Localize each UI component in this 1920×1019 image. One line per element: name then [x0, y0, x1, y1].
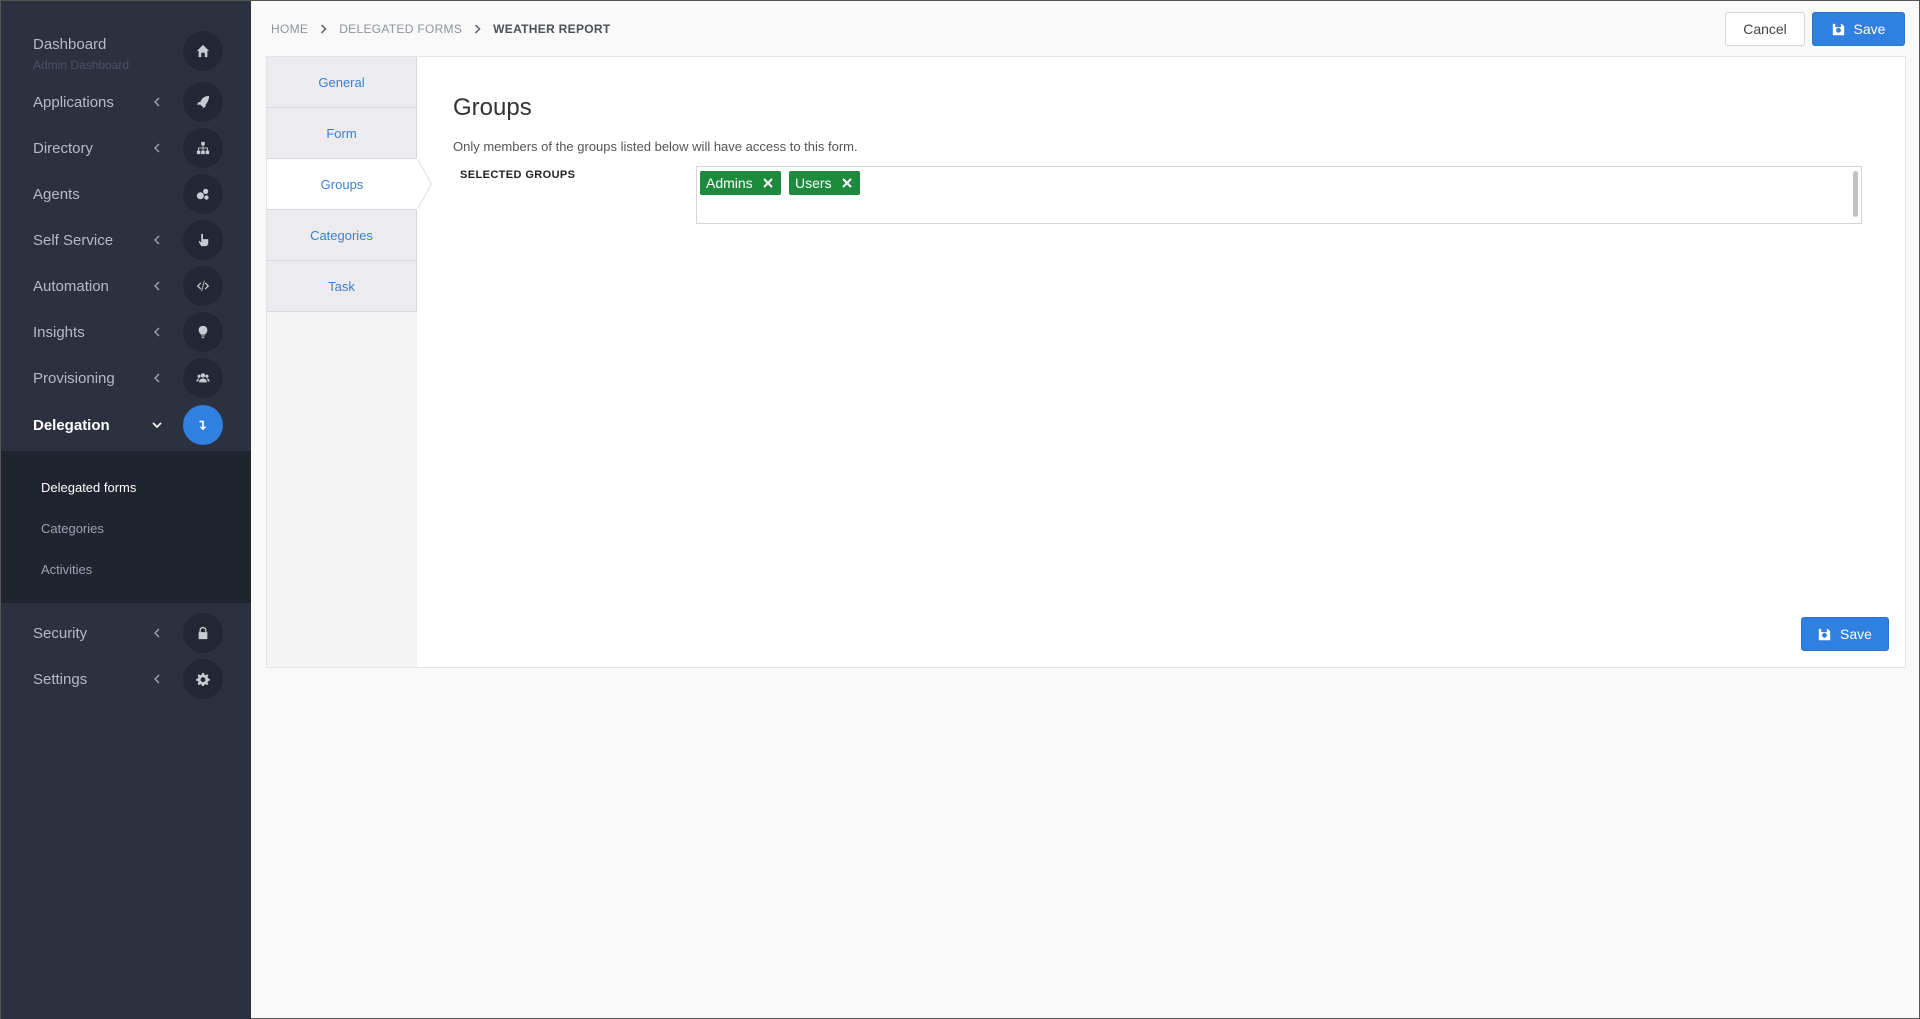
gear-icon: [183, 659, 223, 699]
chevron-down-icon: [152, 420, 162, 430]
chevron-left-icon: [152, 235, 162, 245]
remove-tag-icon[interactable]: [762, 178, 773, 188]
chevron-left-icon: [152, 327, 162, 337]
chevron-left-icon: [152, 628, 162, 638]
sidebar-item-automation[interactable]: Automation: [1, 263, 251, 309]
sidebar-item-label: Automation: [33, 277, 109, 295]
submenu-item-activities[interactable]: Activities: [41, 562, 92, 577]
sidebar-item-label: Settings: [33, 670, 88, 688]
hand-pointer-icon: [183, 220, 223, 260]
chevron-left-icon: [152, 281, 162, 291]
group-tag-label: Users: [795, 175, 832, 191]
group-tag-admins: Admins: [700, 171, 781, 195]
sidebar-item-sublabel: Admin Dashboard: [33, 58, 130, 72]
cancel-button[interactable]: Cancel: [1725, 12, 1805, 46]
chevron-right-icon: [474, 24, 481, 34]
submenu-item-delegated-forms[interactable]: Delegated forms: [41, 480, 136, 495]
sidebar-item-label: Security: [33, 624, 88, 642]
sidebar-item-settings[interactable]: Settings: [1, 656, 251, 702]
sidebar-item-label: Agents: [33, 185, 80, 203]
selected-groups-label: SELECTED GROUPS: [460, 169, 576, 181]
level-down-icon: [183, 405, 223, 445]
save-button-label: Save: [1853, 21, 1886, 37]
group-tag-users: Users: [789, 171, 860, 195]
selected-groups-input[interactable]: Admins Users: [696, 166, 1862, 224]
sidebar-item-provisioning[interactable]: Provisioning: [1, 355, 251, 401]
form-panel: General Form Groups Categories Task Grou…: [266, 56, 1906, 668]
chevron-left-icon: [152, 674, 162, 684]
bottom-save-button[interactable]: Save: [1801, 617, 1889, 651]
cancel-button-label: Cancel: [1743, 21, 1787, 37]
sidebar-item-label: Directory: [33, 139, 94, 157]
remove-tag-icon[interactable]: [841, 178, 852, 188]
tab-groups[interactable]: Groups: [267, 159, 417, 210]
sidebar-item-security[interactable]: Security: [1, 610, 251, 656]
sidebar: Dashboard Admin Dashboard Applications D…: [1, 1, 251, 1019]
save-button-label: Save: [1840, 626, 1872, 642]
sitemap-icon: [183, 128, 223, 168]
page-title: Groups: [453, 94, 532, 121]
tab-form[interactable]: Form: [267, 108, 417, 159]
sidebar-item-delegation[interactable]: Delegation: [1, 402, 251, 448]
sidebar-item-applications[interactable]: Applications: [1, 79, 251, 125]
breadcrumb: HOME DELEGATED FORMS WEATHER REPORT: [271, 22, 610, 36]
delegation-submenu: Delegated forms Categories Activities: [1, 451, 251, 603]
chevron-left-icon: [152, 97, 162, 107]
floppy-disk-icon: [1818, 628, 1831, 640]
lightbulb-icon: [183, 312, 223, 352]
chevron-left-icon: [152, 143, 162, 153]
cogs-icon: [183, 174, 223, 214]
sidebar-item-label: Insights: [33, 323, 85, 341]
code-icon: [183, 266, 223, 306]
sidebar-item-agents[interactable]: Agents: [1, 171, 251, 217]
submenu-item-categories[interactable]: Categories: [41, 521, 104, 536]
save-button[interactable]: Save: [1812, 12, 1905, 46]
sidebar-item-self-service[interactable]: Self Service: [1, 217, 251, 263]
sidebar-item-directory[interactable]: Directory: [1, 125, 251, 171]
sidebar-item-label: Applications: [33, 93, 114, 111]
rocket-icon: [183, 82, 223, 122]
users-icon: [183, 358, 223, 398]
sidebar-item-insights[interactable]: Insights: [1, 309, 251, 355]
sidebar-item-dashboard[interactable]: Dashboard Admin Dashboard: [1, 28, 251, 74]
page-description: Only members of the groups listed below …: [453, 139, 858, 154]
sidebar-item-label: Delegation: [33, 416, 110, 434]
breadcrumb-current: WEATHER REPORT: [493, 22, 611, 36]
lock-icon: [183, 613, 223, 653]
sidebar-item-label: Self Service: [33, 231, 114, 249]
tab-categories[interactable]: Categories: [267, 210, 417, 261]
tab-task[interactable]: Task: [267, 261, 417, 312]
chevron-right-icon: [320, 24, 327, 34]
home-icon: [183, 31, 223, 71]
tagbox-scrollbar[interactable]: [1853, 171, 1858, 217]
breadcrumb-delegated-forms[interactable]: DELEGATED FORMS: [339, 22, 462, 36]
chevron-left-icon: [152, 373, 162, 383]
group-tag-label: Admins: [706, 175, 753, 191]
sidebar-item-label: Dashboard: [33, 36, 107, 53]
tab-general[interactable]: General: [267, 57, 417, 108]
breadcrumb-home[interactable]: HOME: [271, 22, 308, 36]
tab-list: General Form Groups Categories Task: [267, 57, 417, 667]
floppy-disk-icon: [1832, 23, 1844, 35]
sidebar-item-label: Provisioning: [33, 369, 115, 387]
